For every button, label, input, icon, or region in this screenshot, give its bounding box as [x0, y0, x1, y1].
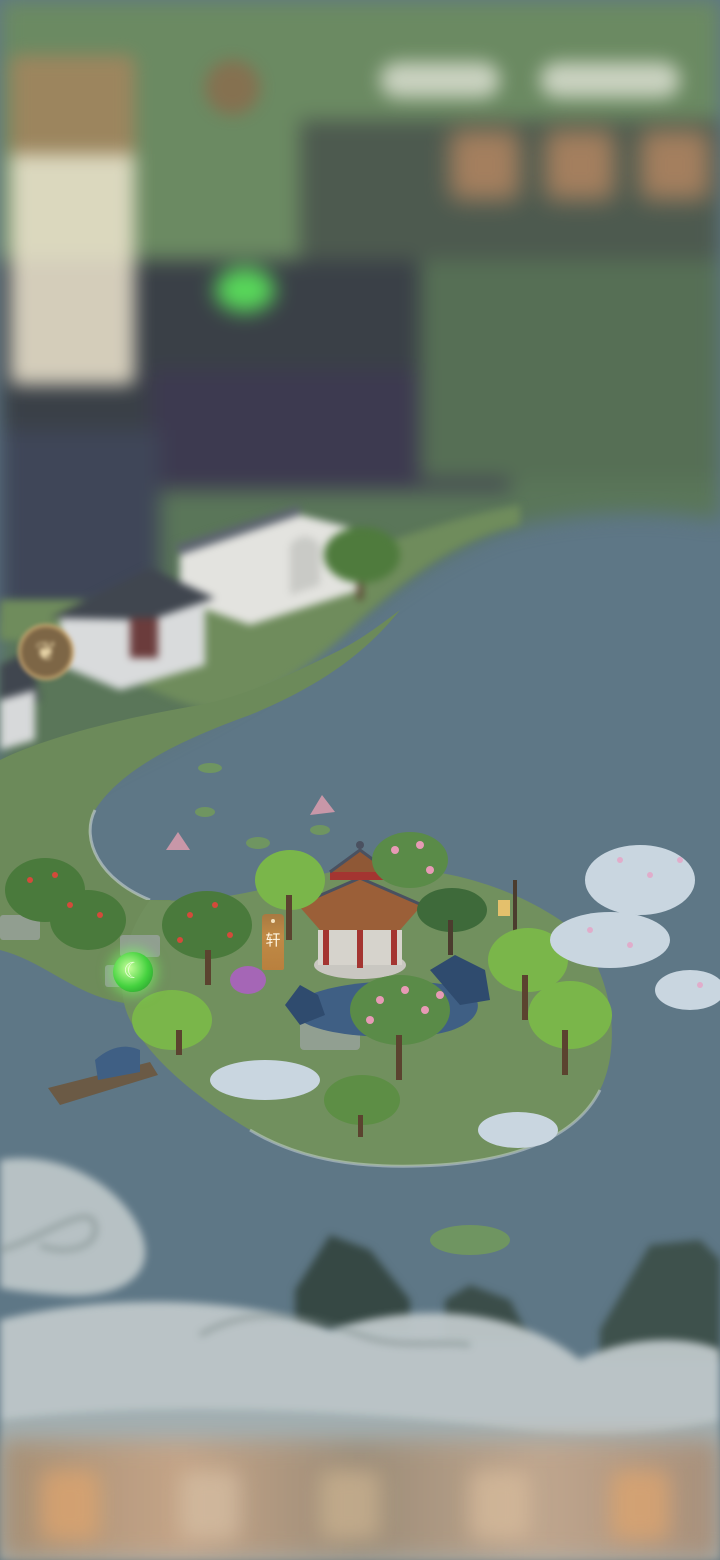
blurred-bottom-icon-1 — [40, 1470, 100, 1540]
blurred-avatar — [205, 60, 260, 115]
scroll-icon: ❦ — [35, 637, 57, 667]
blurred-resource-bar-2 — [540, 62, 680, 98]
blurred-bottom-icon-2 — [180, 1470, 240, 1540]
collect-orb-button[interactable]: ☾ — [113, 952, 153, 992]
blurred-bottom-icon-4 — [470, 1470, 530, 1540]
blurred-bottom-icon-5 — [610, 1470, 670, 1540]
blurred-bottom-icon-3 — [320, 1470, 380, 1540]
leaf-icon: ☾ — [123, 959, 143, 984]
blurred-hud-icon-3 — [640, 130, 710, 200]
blurred-hud-icon-2 — [545, 130, 615, 200]
blurred-resource-bar-1 — [380, 62, 500, 98]
blurred-hud-icon-1 — [450, 130, 520, 200]
pavilion-label: 轩 — [265, 931, 281, 949]
side-menu-button[interactable]: ❦ — [18, 624, 74, 680]
blurred-menu-panel — [10, 55, 135, 385]
tag-dot — [271, 919, 275, 923]
pavilion-name-tag[interactable]: 轩 — [262, 914, 284, 970]
